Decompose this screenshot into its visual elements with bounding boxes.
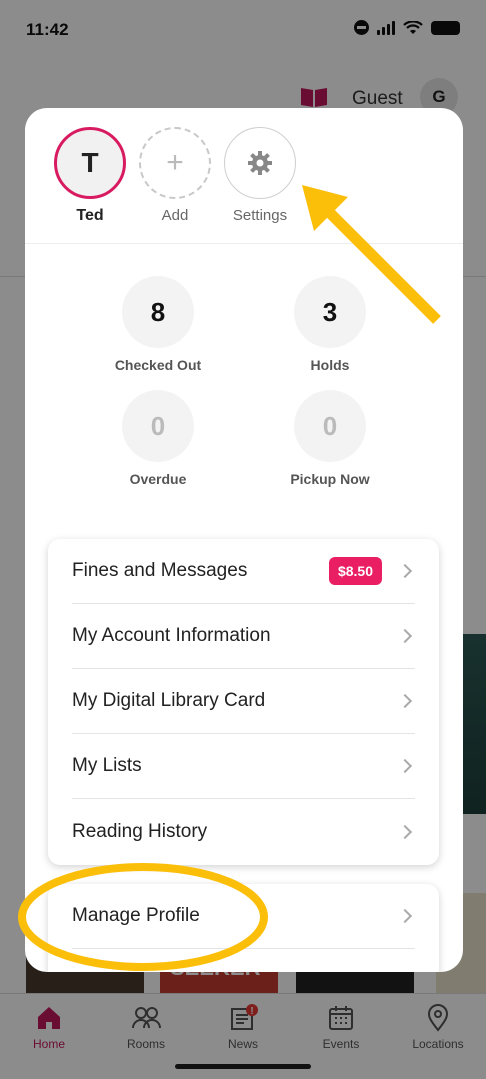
chevron-right-icon	[397, 824, 413, 839]
menu-item-reading-history[interactable]: Reading History	[72, 799, 415, 864]
menu-item-lists[interactable]: My Lists	[72, 734, 415, 799]
fines-badge: $8.50	[328, 557, 382, 585]
stat-value: 0	[294, 390, 366, 462]
stat-label: Holds	[310, 357, 350, 373]
add-profile-button[interactable]: + Add	[130, 127, 220, 224]
chevron-right-icon	[397, 693, 413, 709]
stat-checked-out[interactable]: 8 Checked Out	[83, 276, 233, 373]
stat-value: 3	[294, 276, 366, 348]
stat-label: Pickup Now	[290, 471, 370, 487]
menu-item-account-info[interactable]: My Account Information	[72, 604, 415, 669]
stat-value: 0	[122, 390, 194, 462]
settings-button[interactable]: Settings	[215, 127, 305, 224]
manage-profile-card: Manage Profile	[48, 884, 439, 972]
menu-item-digital-card[interactable]: My Digital Library Card	[72, 669, 415, 734]
profile-label: Ted	[76, 207, 104, 224]
menu-item-label: My Digital Library Card	[72, 690, 266, 711]
chevron-right-icon	[397, 908, 413, 924]
profile-ted[interactable]: T Ted	[45, 127, 135, 225]
gear-icon	[248, 151, 272, 175]
stat-value: 8	[122, 276, 194, 348]
profile-switcher: T Ted + Add Settings	[25, 108, 463, 244]
chevron-right-icon	[397, 563, 413, 579]
chevron-right-icon	[397, 758, 413, 774]
profile-label: Settings	[232, 207, 288, 224]
plus-icon: +	[139, 127, 211, 199]
profile-label: Add	[161, 207, 189, 224]
stat-label: Checked Out	[114, 357, 202, 373]
stats-grid: 8 Checked Out 3 Holds 0 Overdue 0 Pickup…	[25, 244, 463, 494]
chevron-right-icon	[397, 628, 413, 644]
stat-label: Overdue	[129, 471, 187, 487]
menu-item-fines[interactable]: Fines and Messages $8.50	[72, 539, 415, 604]
settings-circle	[224, 127, 296, 199]
menu-item-label: My Lists	[72, 755, 142, 776]
account-popup: T Ted + Add Settings 8 Checked Out 3 Hol…	[25, 108, 463, 972]
menu-item-label: Reading History	[72, 820, 208, 842]
menu-item-label: Fines and Messages	[72, 560, 248, 581]
menu-item-manage-profile[interactable]: Manage Profile	[72, 884, 415, 949]
menu-item-label: Manage Profile	[72, 905, 200, 926]
profile-avatar: T	[54, 127, 126, 199]
stat-holds[interactable]: 3 Holds	[255, 276, 405, 373]
account-menu: Fines and Messages $8.50 My Account Info…	[48, 539, 439, 865]
stat-overdue[interactable]: 0 Overdue	[83, 390, 233, 487]
stat-pickup-now[interactable]: 0 Pickup Now	[255, 390, 405, 487]
menu-item-label: My Account Information	[72, 625, 271, 646]
home-indicator	[175, 1064, 311, 1069]
